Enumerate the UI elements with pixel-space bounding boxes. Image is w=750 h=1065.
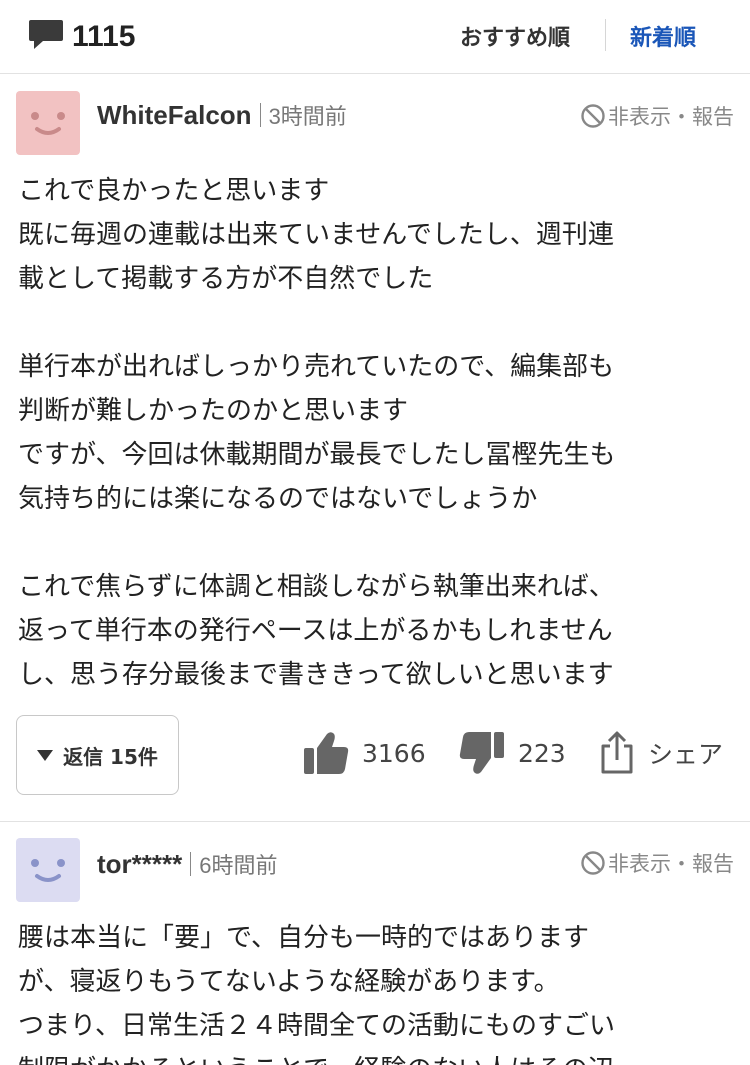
sort-newest-tab[interactable]: 新着順 [630,20,696,52]
comment-item: WhiteFalcon 3時間前 非表示・報告 これで良かったと思います 既に毎週… [0,75,750,820]
replies-label: 返信 15件 [63,744,158,769]
comment-body: 腰は本当に「要」で、自分も一時的ではあります が、寝返りもうてないような経験があ… [18,923,615,1065]
comment-author[interactable]: WhiteFalcon 3時間前 [97,99,347,131]
hide-report-label[interactable]: 非表示・報告 [608,101,734,131]
triangle-down-icon [37,749,54,761]
dislike-count: 223 [518,738,566,768]
smiley-avatar-icon [16,91,80,155]
comment-body: これで良かったと思います 既に毎週の連載は出来ていませんでしたし、週刊連 載とし… [18,176,616,690]
dislike-button[interactable]: 223 [458,730,566,776]
hide-report-link[interactable]: 非表示・報告 [580,848,734,878]
sort-divider [605,19,606,51]
prohibited-icon [581,104,605,128]
like-button[interactable]: 3166 [302,730,426,776]
replies-toggle-button[interactable]: 返信 15件 [16,715,179,795]
share-icon [601,731,633,774]
comment-item: tor***** 6時間前 非表示・報告 腰は本当に「要」で、自分も一時的ではあり… [0,821,750,1065]
avatar[interactable] [16,91,80,155]
sort-recommended-tab[interactable]: おすすめ順 [460,20,570,52]
username[interactable]: tor***** [97,849,182,879]
comment-bubble-icon [28,18,64,56]
share-button[interactable]: シェア [598,730,723,776]
smiley-avatar-icon [16,838,80,902]
post-time: 6時間前 [199,853,278,878]
prohibited-icon [581,851,605,875]
comments-header: 1115 おすすめ順 新着順 [0,0,750,74]
hide-report-label[interactable]: 非表示・報告 [608,848,734,878]
thumbs-up-icon [304,732,349,774]
share-label: シェア [648,740,724,769]
name-time-divider [259,103,261,127]
thumbs-down-icon [459,732,504,774]
name-time-divider [190,852,192,876]
username[interactable]: WhiteFalcon [97,100,252,130]
comment-count-value: 1115 [72,20,136,53]
comment-author[interactable]: tor***** 6時間前 [97,848,278,880]
comment-count: 1115 [28,18,135,56]
hide-report-link[interactable]: 非表示・報告 [580,101,734,131]
like-count: 3166 [362,738,426,768]
avatar[interactable] [16,838,80,902]
post-time: 3時間前 [268,104,347,129]
